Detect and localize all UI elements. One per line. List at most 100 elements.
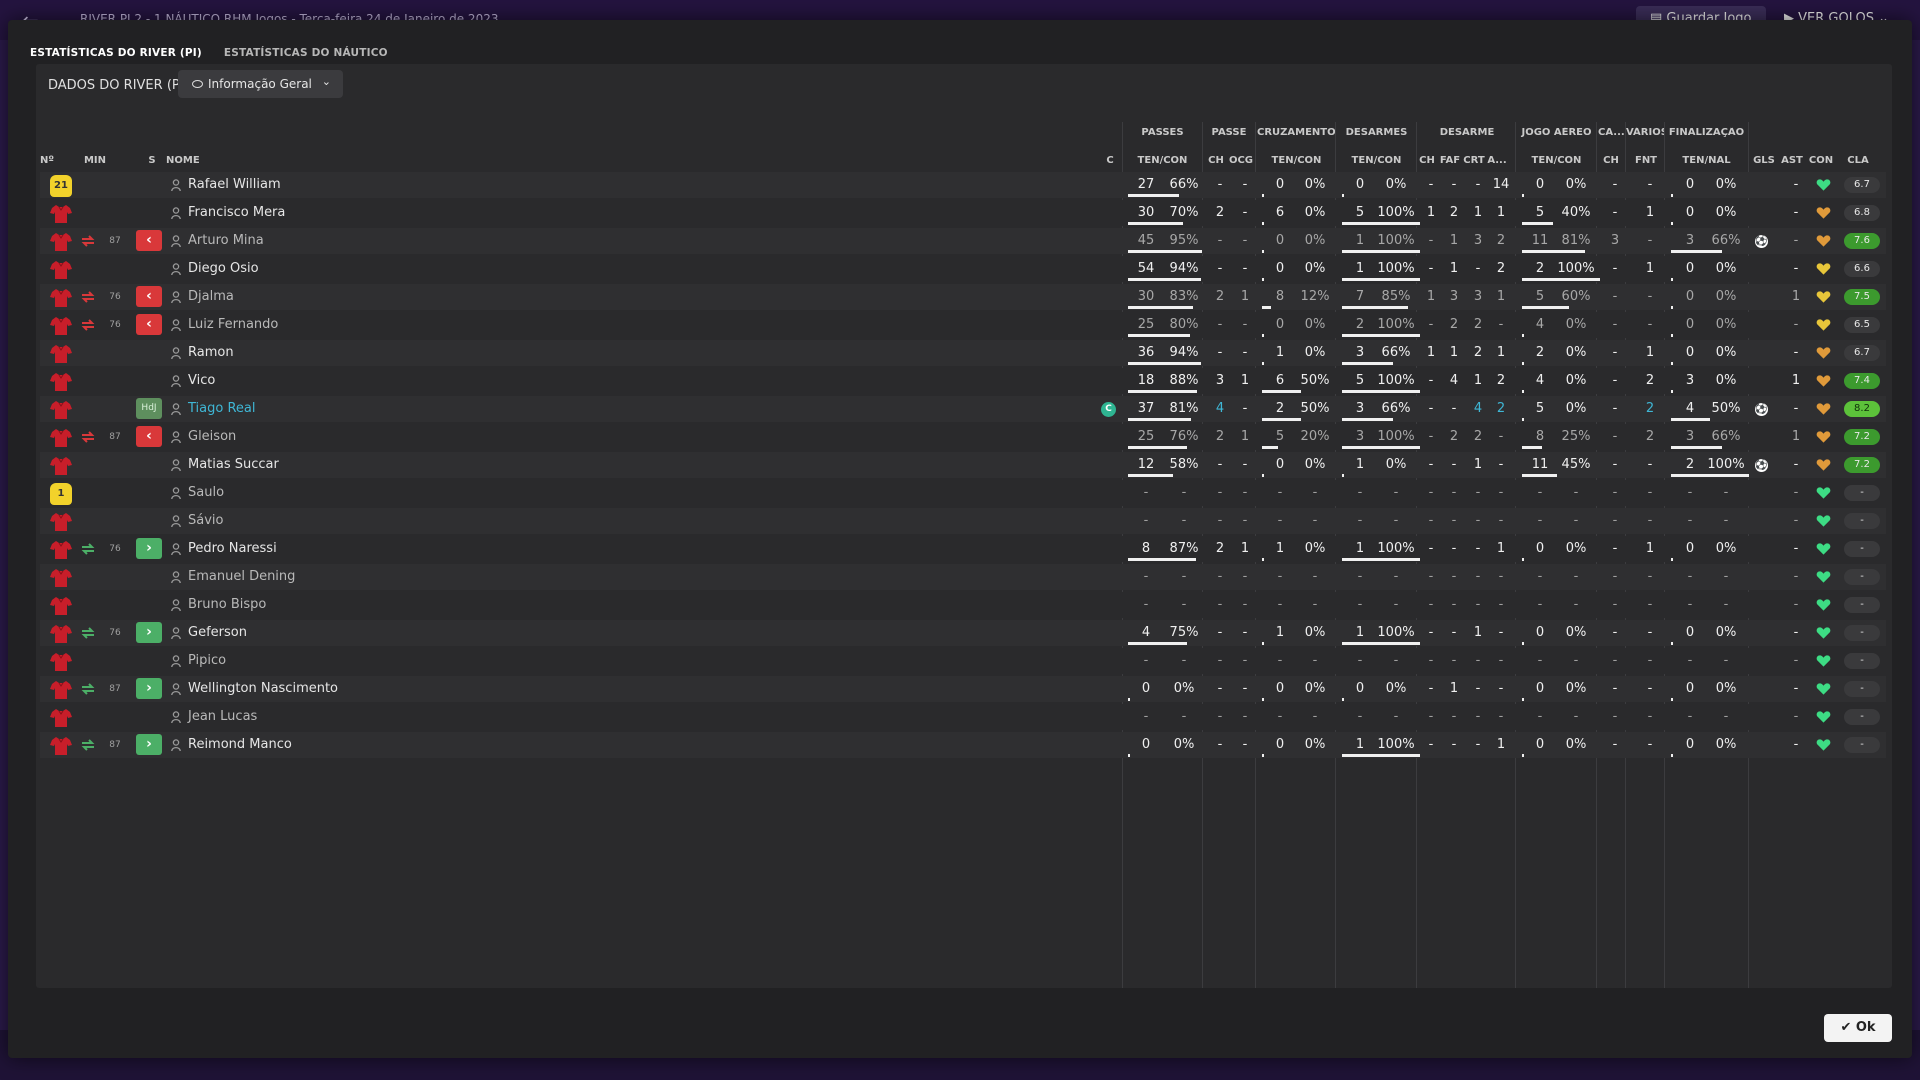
table-row[interactable]: Vico 18 88% 3 1 6 50% 5 100% -4 1 2 4 0% -2 3 0% 1 7.4 xyxy=(40,368,1886,394)
column-header[interactable]: FNT xyxy=(1628,155,1664,166)
column-header[interactable]: FAF xyxy=(1439,155,1461,166)
table-row[interactable]: Bruno Bispo - - - - - - - - - - - - - - - - - - - - xyxy=(40,592,1886,618)
column-header[interactable]: TEN/CON xyxy=(1257,155,1336,166)
ok-label: Ok xyxy=(1855,1020,1876,1035)
stat-cell: - xyxy=(1357,513,1363,528)
stat-cr-p: 0% xyxy=(1304,317,1326,332)
table-row[interactable]: 87 ‹ Arturo Mina 45 95% - -0 0% 1 100% -1 3 2 11 81% 3-… xyxy=(40,228,1886,254)
column-header[interactable]: OCG xyxy=(1228,155,1254,166)
stat-ae-p: 0% xyxy=(1565,317,1587,332)
stat-crt: 3 xyxy=(1473,289,1483,304)
column-header[interactable]: S xyxy=(142,155,162,166)
table-row[interactable]: Emanuel Dening - - - - - - - - - - - - - - - - - - - - xyxy=(40,564,1886,590)
column-header[interactable]: GLS xyxy=(1751,155,1777,166)
player-name[interactable]: Djalma xyxy=(188,284,234,310)
subbed-in-badge[interactable]: › xyxy=(136,622,162,643)
player-name[interactable]: Emanuel Dening xyxy=(188,564,295,590)
stat-faf: 1 xyxy=(1449,345,1459,360)
player-name[interactable]: Gleison xyxy=(188,424,236,450)
player-name[interactable]: Geferson xyxy=(188,620,247,646)
player-name[interactable]: Ramon xyxy=(188,340,234,366)
stat-cr-p: 0% xyxy=(1304,541,1326,556)
stat-fnt: 1 xyxy=(1645,261,1655,276)
stat-ae-p: 0% xyxy=(1565,541,1587,556)
column-header[interactable]: CON xyxy=(1806,155,1836,166)
subbed-out-badge[interactable]: ‹ xyxy=(136,286,162,307)
table-row[interactable]: 76 ‹ Luiz Fernando 25 80% - -0 0% 2 100% -2 2-4 0% - -… xyxy=(40,312,1886,338)
subbed-out-badge[interactable]: ‹ xyxy=(136,314,162,335)
stat-cr-p: 0% xyxy=(1304,737,1326,752)
success-bar xyxy=(1342,306,1408,309)
player-name[interactable]: Reimond Manco xyxy=(188,732,292,758)
view-select[interactable]: Informação Geral ⌄ xyxy=(178,70,343,98)
subbed-out-badge[interactable]: ‹ xyxy=(136,426,162,447)
stat-ch: - xyxy=(1217,625,1223,640)
stat-ocg: 1 xyxy=(1240,429,1250,444)
table-row[interactable]: Sávio - - - - - - - - - - - - - - - - - - - - xyxy=(40,508,1886,534)
column-header[interactable]: Nº xyxy=(40,155,60,166)
stat-ch: - xyxy=(1217,345,1223,360)
subbed-out-badge[interactable]: ‹ xyxy=(136,230,162,251)
player-name[interactable]: Saulo xyxy=(188,480,224,506)
player-name[interactable]: Bruno Bispo xyxy=(188,592,266,618)
table-row[interactable]: Matias Succar 12 58% - -0 0% 1 0% - -1-11 45% - -2 10… xyxy=(40,452,1886,478)
player-name[interactable]: Diego Osio xyxy=(188,256,259,282)
column-header[interactable]: A... xyxy=(1486,155,1508,166)
column-header[interactable]: CH xyxy=(1419,155,1435,166)
table-row[interactable]: Diego Osio 54 94% - -0 0% 1 100% -1-2 2 100% -1 0 0% -… xyxy=(40,256,1886,282)
tab-nautico-stats[interactable]: ESTATÍSTICAS DO NÁUTICO xyxy=(220,44,392,64)
table-row[interactable]: 87 › Reimond Manco 0 0% - -0 0% 1 100% - - -1 0 0% - -0 0… xyxy=(40,732,1886,758)
subbed-in-badge[interactable]: › xyxy=(136,538,162,559)
stat-cell: - xyxy=(1475,513,1481,528)
column-header[interactable]: CRT xyxy=(1463,155,1485,166)
table-row[interactable]: Pipico - - - - - - - - - - - - - - - - - - - - xyxy=(40,648,1886,674)
subbed-in-badge[interactable]: › xyxy=(136,678,162,699)
group-header: DESARME xyxy=(1439,127,1495,138)
table-row[interactable]: Francisco Mera 30 70% 2-6 0% 5 100% 1 2 1 1 5 40% -1 0… xyxy=(40,200,1886,226)
column-header[interactable]: TEN/CON xyxy=(1517,155,1596,166)
column-header[interactable]: AST xyxy=(1780,155,1804,166)
player-name[interactable]: Francisco Mera xyxy=(188,200,285,226)
success-bar xyxy=(1671,642,1673,645)
column-header[interactable]: NOME xyxy=(166,155,226,166)
table-row[interactable]: 76 › Pedro Naressi 8 87% 2 1 1 0% 1 100% - - -1 0 0% -1 0… xyxy=(40,536,1886,562)
stat-fnt: - xyxy=(1647,317,1653,332)
table-row[interactable]: 21 Rafael William 27 66% - -0 0% 0 0% - - -14 0 0% - -0… xyxy=(40,172,1886,198)
player-name[interactable]: Jean Lucas xyxy=(188,704,257,730)
subbed-in-badge[interactable]: › xyxy=(136,734,162,755)
column-header[interactable]: TEN/CON xyxy=(1123,155,1202,166)
ok-button[interactable]: ✔ Ok xyxy=(1824,1014,1892,1042)
column-header[interactable]: TEN/NAL xyxy=(1666,155,1747,166)
player-name[interactable]: Wellington Nascimento xyxy=(188,676,338,702)
player-name[interactable]: Tiago Real xyxy=(188,396,255,422)
column-header[interactable]: CLA xyxy=(1840,155,1876,166)
red-shirt-icon xyxy=(50,288,72,308)
player-name[interactable]: Rafael William xyxy=(188,172,281,198)
player-name[interactable]: Matias Succar xyxy=(188,452,279,478)
player-name[interactable]: Luiz Fernando xyxy=(188,312,278,338)
column-header[interactable]: CH xyxy=(1206,155,1226,166)
player-name[interactable]: Vico xyxy=(188,368,215,394)
column-header[interactable]: TEN/CON xyxy=(1337,155,1416,166)
success-bar xyxy=(1128,278,1201,281)
stat-ae-t: 5 xyxy=(1535,401,1545,416)
table-row[interactable]: 76 › Geferson 4 75% - -1 0% 1 100% - -1-0 0% - -0 0% - - xyxy=(40,620,1886,646)
success-bar xyxy=(1128,418,1191,421)
tab-river-stats[interactable]: ESTATÍSTICAS DO RIVER (PI) xyxy=(26,44,206,64)
column-header[interactable]: MIN xyxy=(80,155,110,166)
player-name[interactable]: Sávio xyxy=(188,508,223,534)
table-row[interactable]: 87 › Wellington Nascimento 0 0% - -0 0% 0 0% -1- -0… xyxy=(40,676,1886,702)
stat-cell: - xyxy=(1428,513,1434,528)
table-row[interactable]: Jean Lucas - - - - - - - - - - - - - - - - - - - - xyxy=(40,704,1886,730)
player-name[interactable]: Pipico xyxy=(188,648,226,674)
table-row[interactable]: 87 ‹ Gleison 25 76% 2 1 5 20% 3 100% -2 2-8 25% -2 3 66%… xyxy=(40,424,1886,450)
table-row[interactable]: 76 ‹ Djalma 30 83% 2 1 8 12% 7 85% 1 3 3 1 5 60% - -0 0% 1 7.… xyxy=(40,284,1886,310)
column-header[interactable]: C xyxy=(1102,155,1118,166)
table-row[interactable]: HdJ Tiago Real C 37 81% 4-2 50% 3 66% - -4 2 5 0% -2 4 5… xyxy=(40,396,1886,422)
player-name[interactable]: Arturo Mina xyxy=(188,228,264,254)
column-header[interactable]: CH xyxy=(1598,155,1624,166)
table-row[interactable]: Ramon 36 94% - -1 0% 3 66% 1 1 2 1 2 0% -1 0 0% -6.7 xyxy=(40,340,1886,366)
stat-ca: - xyxy=(1612,373,1618,388)
table-row[interactable]: 1 Saulo - - - - - - - - - - - - - - - - - - - - xyxy=(40,480,1886,506)
player-name[interactable]: Pedro Naressi xyxy=(188,536,277,562)
